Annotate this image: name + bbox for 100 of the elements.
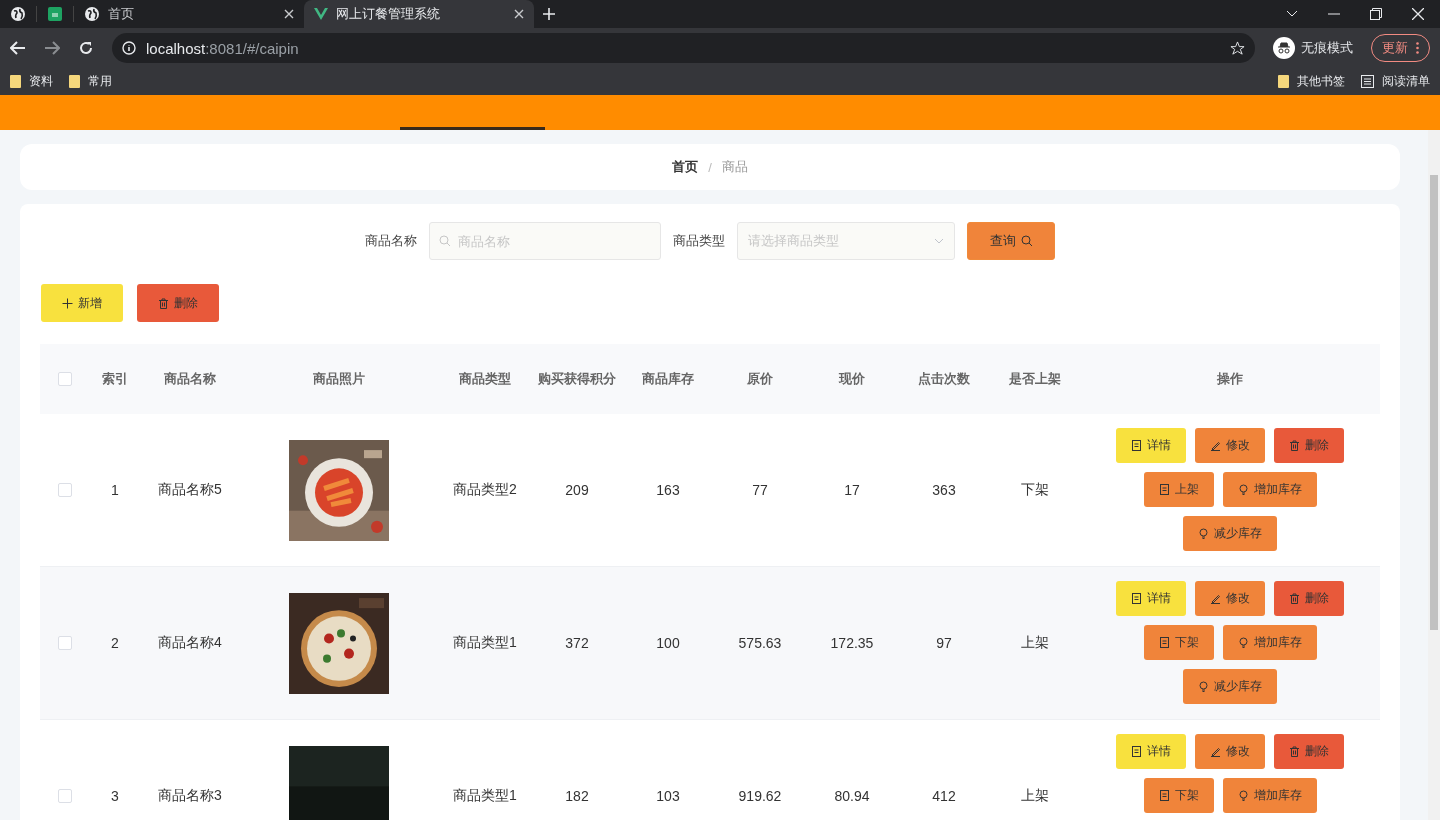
table-cell: 2 [111, 635, 119, 651]
document-icon [1158, 637, 1170, 648]
detail-button[interactable]: 详情 [1116, 581, 1186, 616]
shelf-button[interactable]: 上架 [1143, 472, 1214, 507]
bulb-icon [1237, 484, 1249, 495]
shelf-button[interactable]: 下架 [1143, 625, 1214, 660]
column-header: 现价 [837, 370, 866, 388]
chevron-icon[interactable] [1286, 10, 1298, 18]
table-cell: 商品类型1 [453, 787, 517, 805]
stock-button[interactable]: 增加库存 [1222, 778, 1317, 813]
table-cell: 172.35 [830, 635, 874, 651]
stock-button[interactable]: 减少库存 [1183, 516, 1277, 551]
table-cell: 1 [111, 482, 119, 498]
column-header: 商品名称 [163, 370, 217, 388]
trash-icon [1289, 593, 1300, 604]
reload-icon[interactable] [78, 40, 94, 56]
document-icon [1131, 440, 1142, 451]
delete-button[interactable]: 删除 [137, 284, 219, 322]
browser-tab[interactable]: 网上订餐管理系统 [304, 0, 534, 28]
checkbox[interactable] [58, 483, 72, 497]
table-cell: 77 [752, 482, 768, 498]
column-header: 是否上架 [1008, 370, 1062, 388]
breadcrumb-item[interactable]: 首页 [672, 158, 699, 176]
column-header: 索引 [101, 370, 129, 388]
table-cell: 上架 [1021, 634, 1049, 652]
incognito-icon[interactable] [1273, 37, 1295, 59]
query-button[interactable]: 查询 [967, 222, 1055, 260]
table-cell: 商品名称3 [158, 787, 222, 805]
table-cell: 412 [932, 788, 956, 804]
bookmark-folder[interactable]: 其他书签 [1278, 73, 1345, 90]
pencil-icon [1210, 593, 1221, 604]
table-cell: 17 [844, 482, 860, 498]
table-cell: 下架 [1021, 481, 1049, 499]
trash-icon [1289, 440, 1300, 451]
address-bar[interactable]: localhost:8081/#/caipin [112, 33, 1255, 63]
list-icon [1361, 75, 1374, 88]
column-header: 原价 [746, 370, 774, 388]
table-cell: 363 [932, 482, 956, 498]
table-cell: 919.62 [738, 788, 782, 804]
table-cell: 100 [656, 635, 680, 651]
delete-button[interactable]: 删除 [1274, 734, 1344, 769]
star-icon[interactable] [1230, 40, 1245, 56]
reading-list[interactable]: 阅读清单 [1361, 73, 1430, 90]
info-icon[interactable] [122, 41, 136, 55]
checkbox[interactable] [58, 372, 72, 386]
trash-icon [1289, 746, 1300, 757]
table-cell: 80.94 [834, 788, 870, 804]
close-icon[interactable] [284, 9, 294, 19]
plus-icon[interactable] [542, 7, 556, 21]
table-cell: 97 [936, 635, 952, 651]
edit-button[interactable]: 修改 [1195, 428, 1265, 463]
detail-button[interactable]: 详情 [1116, 428, 1186, 463]
edit-button[interactable]: 修改 [1195, 734, 1265, 769]
column-header: 操作 [1216, 370, 1244, 388]
search-icon [439, 235, 451, 247]
table-cell: 103 [656, 788, 680, 804]
document-icon [1158, 484, 1170, 495]
scrollbar[interactable] [1428, 130, 1440, 820]
chevron-icon [934, 238, 944, 244]
edit-button[interactable]: 修改 [1195, 581, 1265, 616]
delete-button[interactable]: 删除 [1274, 428, 1344, 463]
bulb-icon [1198, 681, 1209, 692]
checkbox[interactable] [58, 636, 72, 650]
restore-icon[interactable] [1370, 8, 1382, 20]
detail-button[interactable]: 详情 [1116, 734, 1186, 769]
bookmark[interactable]: 资料 [10, 73, 53, 90]
more-icon [1416, 42, 1419, 54]
table-cell: 163 [656, 482, 680, 498]
table-cell: 372 [565, 635, 589, 651]
table-cell: 上架 [1021, 787, 1049, 805]
stock-button[interactable]: 增加库存 [1222, 472, 1317, 507]
bookmark[interactable]: 常用 [69, 73, 112, 90]
table-cell: 商品名称4 [158, 634, 222, 652]
field-label: 商品类型 [673, 232, 725, 250]
close-icon[interactable] [514, 9, 524, 19]
table-cell: 商品类型2 [453, 481, 517, 499]
table-cell: 209 [565, 482, 589, 498]
back-icon[interactable] [10, 41, 26, 55]
checkbox[interactable] [58, 789, 72, 803]
stock-button[interactable]: 减少库存 [1183, 669, 1277, 704]
delete-button[interactable]: 删除 [1274, 581, 1344, 616]
column-header: 点击次数 [917, 370, 971, 388]
column-header: 商品库存 [641, 370, 695, 388]
pencil-icon [1210, 746, 1221, 757]
table-cell: 182 [565, 788, 589, 804]
add-button[interactable]: 新增 [41, 284, 123, 322]
shelf-button[interactable]: 下架 [1143, 778, 1214, 813]
globe-icon [10, 6, 26, 22]
url-text: localhost:8081/#/caipin [146, 39, 299, 57]
document-icon [1131, 746, 1142, 757]
v-logo-icon [314, 8, 328, 20]
browser-tab[interactable]: 首页 [74, 0, 304, 28]
stock-button[interactable]: 增加库存 [1222, 625, 1317, 660]
column-header: 商品照片 [312, 370, 366, 388]
bulb-icon [1198, 528, 1209, 539]
breadcrumb-separator: / [708, 159, 712, 175]
table-cell: 商品类型1 [453, 634, 517, 652]
pencil-icon [1210, 440, 1221, 451]
forward-icon[interactable] [44, 41, 60, 55]
table-cell: 商品名称5 [158, 481, 222, 499]
